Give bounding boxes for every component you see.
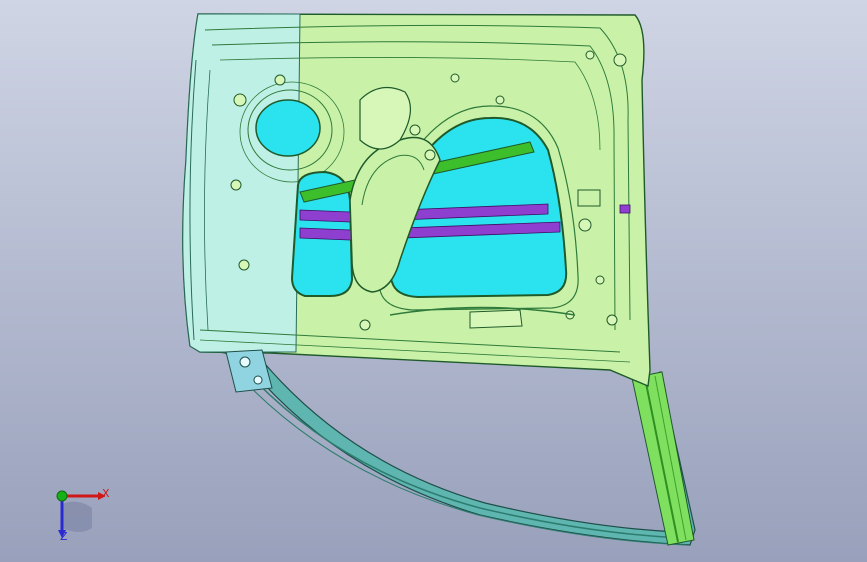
mount-hole <box>595 275 605 285</box>
mount-hole <box>606 314 618 326</box>
hinge-side-region <box>182 13 301 353</box>
mount-hole <box>450 73 460 83</box>
mount-hole <box>233 93 247 107</box>
x-axis-label: X <box>102 487 110 500</box>
mount-hole <box>359 319 371 331</box>
mount-hole <box>495 95 505 105</box>
speaker-opening <box>255 99 321 157</box>
mount-hole <box>274 74 286 86</box>
z-axis-label: Z <box>60 530 68 543</box>
cad-3d-viewport[interactable]: X Z <box>0 0 867 562</box>
latch-bracket <box>577 189 601 207</box>
mount-hole <box>613 53 627 67</box>
mount-hole <box>230 179 242 191</box>
mount-hole <box>578 218 592 232</box>
mount-hole <box>424 149 436 161</box>
mount-hole <box>585 50 595 60</box>
mount-hole <box>238 259 250 271</box>
latch-slot <box>619 204 631 214</box>
hinge-bracket <box>225 349 273 393</box>
door-inner-panel-model[interactable] <box>0 0 867 562</box>
window-frame-sash <box>199 347 696 546</box>
mount-hole <box>409 124 421 136</box>
lower-bracket <box>469 309 523 329</box>
b-pillar-channel <box>631 371 695 546</box>
window-frame-inner-line-2 <box>231 367 687 546</box>
window-frame-inner-line <box>235 359 685 539</box>
